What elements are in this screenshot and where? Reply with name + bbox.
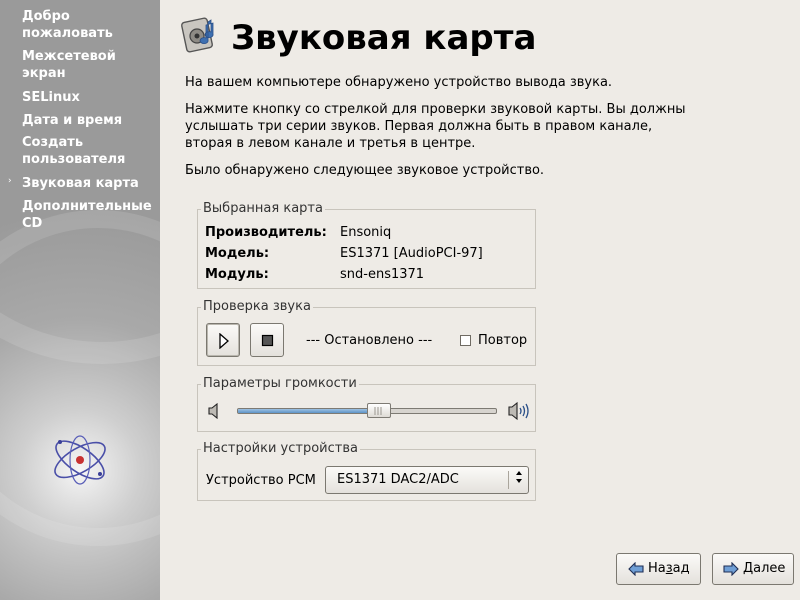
updown-arrows-icon — [516, 471, 522, 483]
volume-slider-thumb[interactable] — [366, 403, 391, 418]
arrow-right-icon — [723, 562, 739, 576]
sidebar: Добро пожаловать Межсетевой экран SELinu… — [0, 0, 160, 600]
vendor-label: Производитель: — [205, 225, 327, 240]
main-panel: Звуковая карта На вашем компьютере обнар… — [160, 0, 800, 600]
sidebar-decor-arc — [0, 210, 160, 546]
stop-icon — [261, 334, 274, 347]
sidebar-item-welcome[interactable]: Добро пожаловать — [22, 8, 158, 42]
back-button-label: Назад — [648, 561, 690, 576]
repeat-label[interactable]: Повтор — [478, 332, 527, 349]
sound-card-icon — [181, 17, 214, 53]
intro-found-device-text: Было обнаружено следующее звуковое устро… — [185, 163, 545, 178]
grip-icon — [374, 407, 382, 415]
model-value: ES1371 [AudioPCI-97] — [340, 246, 483, 261]
page-title: Звуковая карта — [231, 18, 537, 58]
volume-frame-label: Параметры громкости — [201, 376, 359, 392]
pcm-device-label: Устройство PCM — [206, 473, 316, 488]
next-button[interactable]: Далее — [712, 553, 794, 585]
selected-card-frame-label: Выбранная карта — [201, 201, 325, 217]
sidebar-item-firewall[interactable]: Межсетевой экран — [22, 48, 158, 82]
pcm-device-value: ES1371 DAC2/ADC — [337, 472, 459, 487]
volume-slider-fill — [238, 409, 380, 413]
stop-button[interactable] — [250, 323, 284, 357]
module-value: snd-ens1371 — [340, 267, 425, 282]
module-label: Модуль: — [205, 267, 269, 282]
select-separator — [508, 471, 509, 489]
speaker-high-icon — [508, 401, 529, 421]
model-label: Модель: — [205, 246, 270, 261]
active-item-marker: › — [8, 176, 12, 186]
intro-detected-text: На вашем компьютере обнаружено устройств… — [185, 75, 613, 90]
sidebar-item-soundcard[interactable]: Звуковая карта — [22, 175, 158, 192]
sidebar-item-create-user[interactable]: Создать пользователя — [22, 134, 158, 168]
sidebar-item-datetime[interactable]: Дата и время — [22, 112, 158, 129]
next-button-label: Далее — [743, 561, 786, 576]
repeat-checkbox[interactable] — [460, 335, 471, 346]
play-icon — [219, 333, 229, 349]
pcm-device-select[interactable]: ES1371 DAC2/ADC — [325, 466, 529, 494]
arrow-left-icon — [628, 562, 644, 576]
fedora-atom-logo-icon — [54, 435, 106, 485]
sidebar-item-selinux[interactable]: SELinux — [22, 89, 158, 106]
back-button[interactable]: Назад — [616, 553, 701, 585]
test-status-text: --- Остановлено --- — [306, 333, 433, 348]
device-settings-frame-label: Настройки устройства — [201, 441, 360, 457]
sound-test-frame-label: Проверка звука — [201, 299, 313, 315]
intro-instructions-text: Нажмите кнопку со стрелкой для проверки … — [185, 102, 686, 151]
speaker-low-icon — [208, 403, 218, 419]
play-button[interactable] — [206, 323, 240, 357]
sidebar-item-additional-cd[interactable]: Дополнительные CD — [22, 198, 158, 232]
vendor-value: Ensoniq — [340, 225, 392, 240]
